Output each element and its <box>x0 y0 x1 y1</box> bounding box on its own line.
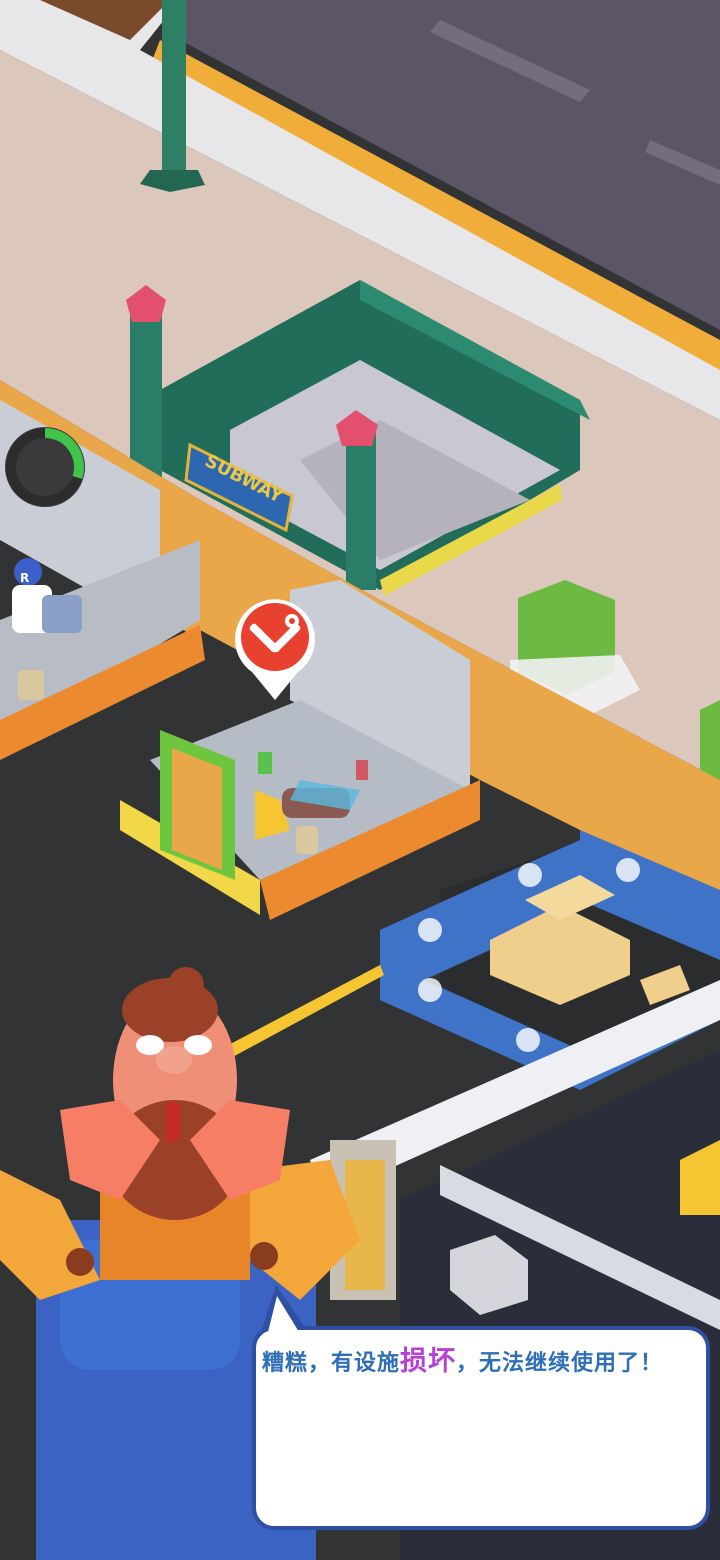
padlock-icon <box>418 918 442 942</box>
lamp-post <box>162 0 186 170</box>
cleaner-cap-letter: R <box>20 571 29 585</box>
padlock-icon <box>516 1028 540 1052</box>
dialog-text-highlight: 损坏 <box>400 1346 457 1377</box>
hedge <box>700 700 720 780</box>
padlock-icon <box>518 863 542 887</box>
padlock-icon <box>418 978 442 1002</box>
progress-ring-icon <box>5 427 85 507</box>
dialog-text: 糟糕，有设施损坏，无法继续使用了！ <box>262 1344 698 1382</box>
dialog-tail-inner <box>268 1296 299 1332</box>
dialog-text-after: ，无法继续使用了！ <box>456 1351 664 1376</box>
padlock-icon <box>616 858 640 882</box>
dialog-text-before: 糟糕，有设施 <box>262 1351 401 1376</box>
